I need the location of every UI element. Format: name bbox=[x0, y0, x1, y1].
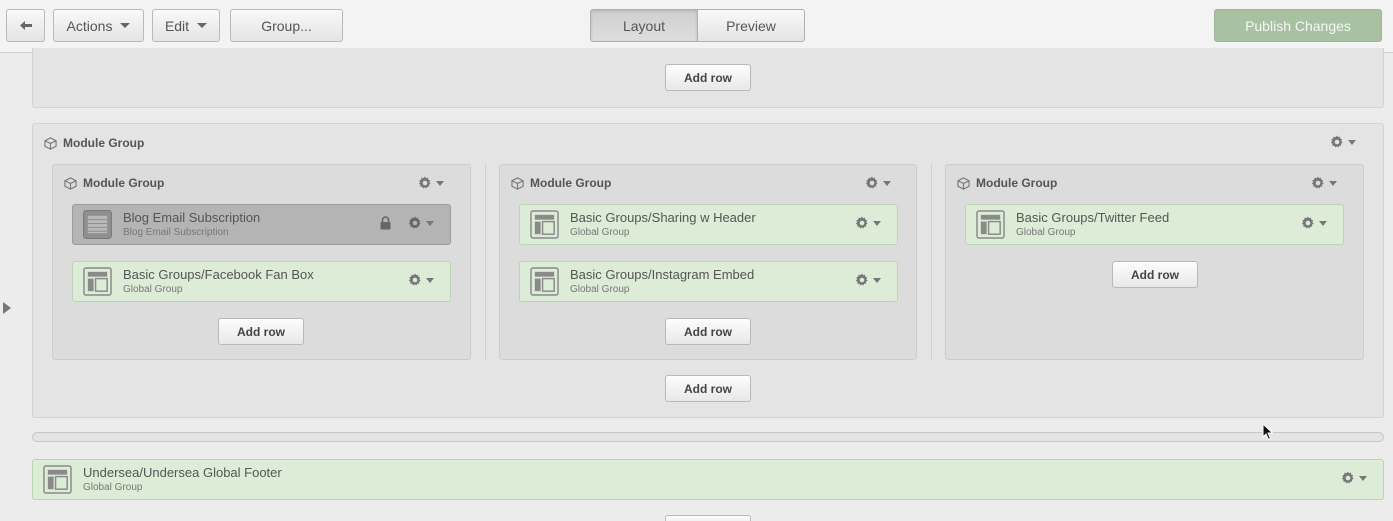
lock-icon bbox=[380, 216, 391, 230]
chevron-down-icon bbox=[883, 180, 891, 186]
row-separator bbox=[32, 432, 1384, 442]
edit-label: Edit bbox=[164, 17, 190, 34]
view-toggle: Layout Preview bbox=[590, 9, 805, 42]
module-subtitle: Global Group bbox=[570, 284, 630, 295]
chevron-down-icon bbox=[1359, 475, 1367, 481]
group-title: Module Group bbox=[511, 176, 611, 190]
chevron-down-icon bbox=[436, 180, 444, 186]
back-button[interactable] bbox=[6, 9, 45, 42]
module-subtitle: Global Group bbox=[1016, 227, 1076, 238]
group-label: Group... bbox=[261, 17, 312, 34]
gear-icon bbox=[865, 176, 878, 189]
chevron-down-icon bbox=[120, 23, 131, 28]
gear-icon bbox=[1311, 176, 1324, 189]
module-settings-menu[interactable] bbox=[1301, 216, 1327, 230]
gear-icon bbox=[408, 216, 421, 229]
chevron-down-icon bbox=[873, 277, 881, 283]
group-title: Module Group bbox=[64, 176, 164, 190]
group-title-label: Module Group bbox=[83, 176, 165, 190]
module-subtitle: Blog Email Subscription bbox=[123, 227, 229, 238]
module-sharing-w-header[interactable]: Basic Groups/Sharing w Header Global Gro… bbox=[519, 204, 898, 245]
module-subtitle: Global Group bbox=[123, 284, 183, 295]
cube-icon bbox=[957, 176, 970, 190]
top-toolbar: Actions Edit Group... Layout Preview Pub… bbox=[0, 0, 1393, 53]
module-facebook-fan-box[interactable]: Basic Groups/Facebook Fan Box Global Gro… bbox=[72, 261, 451, 302]
module-subtitle: Global Group bbox=[570, 227, 630, 238]
group-title: Module Group bbox=[957, 176, 1057, 190]
chevron-down-icon bbox=[197, 23, 208, 28]
tab-layout[interactable]: Layout bbox=[591, 10, 698, 41]
chevron-down-icon bbox=[873, 220, 881, 226]
module-title: Basic Groups/Facebook Fan Box bbox=[123, 267, 314, 282]
tab-preview[interactable]: Preview bbox=[698, 10, 804, 41]
actions-label: Actions bbox=[66, 17, 113, 34]
module-settings-menu[interactable] bbox=[855, 216, 881, 230]
add-row-button[interactable]: Add row bbox=[665, 64, 751, 91]
chevron-down-icon bbox=[1319, 220, 1327, 226]
add-row-button[interactable]: Add row bbox=[218, 318, 304, 345]
module-settings-menu[interactable] bbox=[1341, 471, 1367, 485]
group-settings-menu[interactable] bbox=[418, 176, 444, 190]
layout-module-icon bbox=[83, 267, 112, 296]
chevron-down-icon bbox=[1348, 139, 1356, 145]
layout-module-icon bbox=[976, 210, 1005, 239]
module-title: Basic Groups/Sharing w Header bbox=[570, 210, 756, 225]
module-group-outer: Module Group Module Group Blog Email Sub… bbox=[32, 123, 1384, 418]
column-divider bbox=[485, 164, 486, 360]
module-group-column-2: Module Group Basic Groups/Sharing w Head… bbox=[499, 164, 917, 360]
layout-module-icon bbox=[530, 267, 559, 296]
add-row-button[interactable]: Add row bbox=[1112, 261, 1198, 288]
form-module-icon bbox=[83, 210, 112, 239]
gear-icon bbox=[855, 216, 868, 229]
gear-icon bbox=[408, 273, 421, 286]
module-blog-email-subscription[interactable]: Blog Email Subscription Blog Email Subsc… bbox=[72, 204, 451, 245]
cube-icon bbox=[44, 136, 57, 150]
module-twitter-feed[interactable]: Basic Groups/Twitter Feed Global Group bbox=[965, 204, 1344, 245]
module-title: Basic Groups/Twitter Feed bbox=[1016, 210, 1170, 225]
add-row-button[interactable]: Add row bbox=[665, 318, 751, 345]
module-undersea-global-footer[interactable]: Undersea/Undersea Global Footer Global G… bbox=[32, 459, 1384, 500]
chevron-down-icon bbox=[426, 220, 434, 226]
mouse-pointer-icon bbox=[1262, 423, 1274, 441]
expand-sidebar-icon[interactable] bbox=[3, 302, 11, 314]
actions-menu-button[interactable]: Actions bbox=[53, 9, 144, 42]
chevron-down-icon bbox=[426, 277, 434, 283]
module-settings-menu[interactable] bbox=[408, 216, 434, 230]
group-title-label: Module Group bbox=[63, 136, 145, 150]
module-settings-menu[interactable] bbox=[855, 273, 881, 287]
edit-menu-button[interactable]: Edit bbox=[152, 9, 220, 42]
group-title: Module Group bbox=[44, 136, 144, 150]
gear-icon bbox=[1330, 135, 1343, 148]
column-divider bbox=[931, 164, 932, 360]
add-row-button-partial[interactable] bbox=[665, 515, 751, 521]
group-button[interactable]: Group... bbox=[230, 9, 343, 42]
add-row-button[interactable]: Add row bbox=[665, 375, 751, 402]
group-settings-menu[interactable] bbox=[1330, 135, 1356, 149]
gear-icon bbox=[1301, 216, 1314, 229]
gear-icon bbox=[855, 273, 868, 286]
group-settings-menu[interactable] bbox=[1311, 176, 1337, 190]
cube-icon bbox=[64, 176, 77, 190]
group-title-label: Module Group bbox=[976, 176, 1058, 190]
module-group-column-3: Module Group Basic Groups/Twitter Feed G… bbox=[945, 164, 1364, 360]
layout-module-icon bbox=[530, 210, 559, 239]
module-subtitle: Global Group bbox=[83, 482, 143, 493]
module-settings-menu[interactable] bbox=[408, 273, 434, 287]
undo-arrow-icon bbox=[19, 20, 32, 30]
module-title: Blog Email Subscription bbox=[123, 210, 261, 225]
cube-icon bbox=[511, 176, 524, 190]
top-layout-row: Add row bbox=[32, 48, 1384, 108]
group-settings-menu[interactable] bbox=[865, 176, 891, 190]
module-title: Undersea/Undersea Global Footer bbox=[83, 465, 282, 480]
layout-module-icon bbox=[43, 465, 72, 494]
gear-icon bbox=[1341, 471, 1354, 484]
module-instagram-embed[interactable]: Basic Groups/Instagram Embed Global Grou… bbox=[519, 261, 898, 302]
module-title: Basic Groups/Instagram Embed bbox=[570, 267, 755, 282]
chevron-down-icon bbox=[1329, 180, 1337, 186]
group-title-label: Module Group bbox=[530, 176, 612, 190]
publish-changes-button[interactable]: Publish Changes bbox=[1214, 9, 1382, 42]
gear-icon bbox=[418, 176, 431, 189]
module-group-column-1: Module Group Blog Email Subscription Blo… bbox=[52, 164, 471, 360]
